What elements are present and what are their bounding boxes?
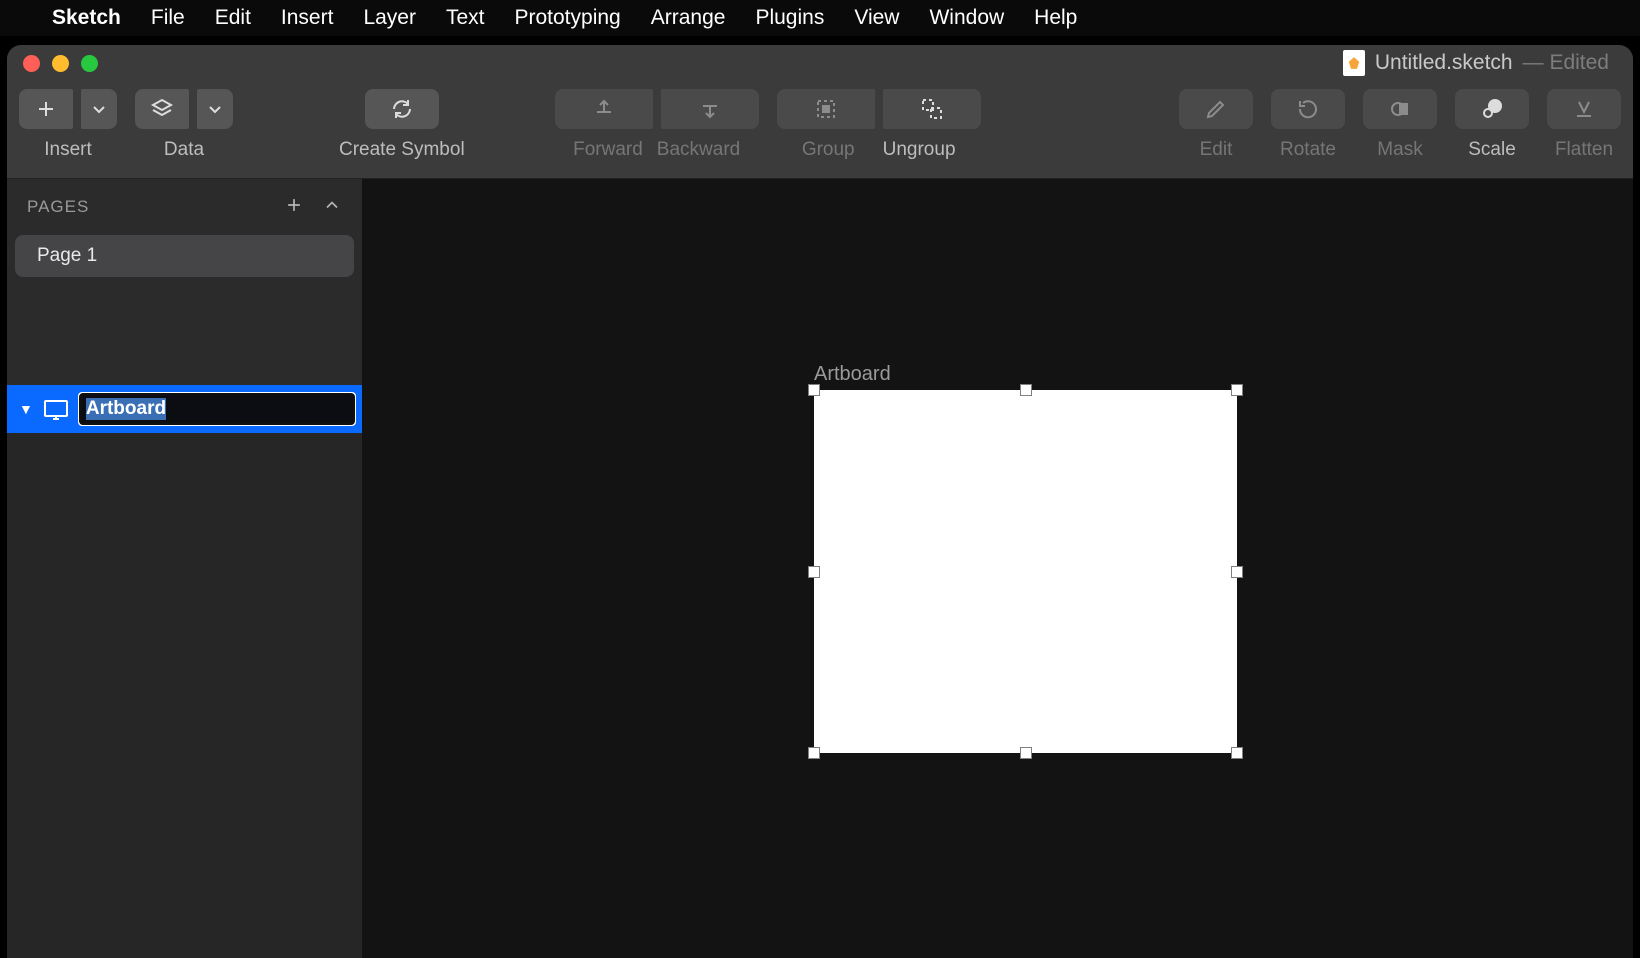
refresh-icon [390, 97, 414, 121]
window-controls [23, 55, 98, 72]
menu-window[interactable]: Window [929, 6, 1004, 30]
pages-title: PAGES [27, 197, 89, 217]
app-menu[interactable]: Sketch [52, 6, 121, 30]
rotate-button[interactable] [1271, 89, 1345, 129]
create-symbol-label: Create Symbol [339, 139, 465, 161]
menu-layer[interactable]: Layer [363, 6, 416, 30]
backward-button[interactable] [661, 89, 759, 129]
pencil-icon [1204, 97, 1228, 121]
group-button[interactable] [777, 89, 875, 129]
canvas[interactable]: Artboard [362, 179, 1633, 958]
insert-label: Insert [44, 139, 92, 161]
selection-handle-e[interactable] [1231, 566, 1243, 578]
selection-handle-se[interactable] [1231, 747, 1243, 759]
backward-label: Backward [657, 139, 740, 161]
document-icon [1343, 50, 1365, 76]
selection-handle-nw[interactable] [808, 384, 820, 396]
selection-handle-ne[interactable] [1231, 384, 1243, 396]
plus-icon [284, 195, 304, 215]
insert-dropdown[interactable] [81, 89, 117, 129]
selection-handle-w[interactable] [808, 566, 820, 578]
artboard[interactable] [814, 390, 1237, 753]
document-window: Untitled.sketch — Edited Insert [7, 45, 1633, 958]
pages-header: PAGES [7, 179, 362, 235]
artboard-icon [43, 398, 69, 420]
ungroup-label: Ungroup [883, 139, 956, 161]
menu-insert[interactable]: Insert [281, 6, 334, 30]
menu-prototyping[interactable]: Prototyping [514, 6, 620, 30]
layer-row-artboard[interactable]: ▼ [7, 385, 362, 433]
menu-plugins[interactable]: Plugins [755, 6, 824, 30]
zoom-window-button[interactable] [81, 55, 98, 72]
ungroup-button[interactable] [883, 89, 981, 129]
scale-button[interactable] [1455, 89, 1529, 129]
forward-button[interactable] [555, 89, 653, 129]
selection-handle-n[interactable] [1020, 384, 1032, 396]
ungroup-icon [920, 97, 944, 121]
collapse-pages-button[interactable] [322, 195, 342, 220]
sidebar: PAGES Page 1 ▼ [7, 179, 362, 958]
selection-handle-sw[interactable] [808, 747, 820, 759]
data-button[interactable] [135, 89, 189, 129]
page-item[interactable]: Page 1 [15, 235, 354, 277]
menu-text[interactable]: Text [446, 6, 485, 30]
layer-name-input[interactable] [79, 393, 355, 425]
menu-view[interactable]: View [854, 6, 899, 30]
layers-icon [150, 97, 174, 121]
send-backward-icon [698, 97, 722, 121]
rotate-label: Rotate [1280, 139, 1336, 161]
close-window-button[interactable] [23, 55, 40, 72]
flatten-button[interactable] [1547, 89, 1621, 129]
forward-label: Forward [573, 139, 643, 161]
flatten-icon [1572, 97, 1596, 121]
rotate-icon [1296, 97, 1320, 121]
add-page-button[interactable] [284, 195, 304, 220]
chevron-up-icon [322, 195, 342, 215]
group-icon [814, 97, 838, 121]
document-title[interactable]: Untitled.sketch — Edited [1343, 50, 1609, 76]
window-titlebar[interactable]: Untitled.sketch — Edited [7, 45, 1633, 81]
macos-menubar: Sketch File Edit Insert Layer Text Proto… [0, 0, 1640, 36]
mask-icon [1388, 97, 1412, 121]
document-name: Untitled.sketch [1375, 51, 1513, 75]
toolbar: Insert Data Create Symbol [7, 81, 1633, 179]
mask-button[interactable] [1363, 89, 1437, 129]
create-symbol-button[interactable] [365, 89, 439, 129]
minimize-window-button[interactable] [52, 55, 69, 72]
menu-edit[interactable]: Edit [215, 6, 251, 30]
bring-forward-icon [592, 97, 616, 121]
selection-handle-s[interactable] [1020, 747, 1032, 759]
plus-icon [34, 97, 58, 121]
data-dropdown[interactable] [197, 89, 233, 129]
scale-label: Scale [1468, 139, 1516, 161]
mask-label: Mask [1377, 139, 1422, 161]
flatten-label: Flatten [1555, 139, 1613, 161]
scale-icon [1480, 97, 1504, 121]
menu-arrange[interactable]: Arrange [651, 6, 726, 30]
menu-file[interactable]: File [151, 6, 185, 30]
document-status: — Edited [1523, 51, 1609, 75]
artboard-title[interactable]: Artboard [814, 363, 891, 386]
edit-button[interactable] [1179, 89, 1253, 129]
insert-button[interactable] [19, 89, 73, 129]
chevron-down-icon [203, 97, 227, 121]
pages-list: Page 1 [7, 235, 362, 277]
disclosure-triangle-icon[interactable]: ▼ [19, 401, 33, 417]
layers-panel[interactable] [7, 433, 362, 958]
edit-label: Edit [1200, 139, 1233, 161]
page-name: Page 1 [37, 245, 97, 267]
data-label: Data [164, 139, 204, 161]
menu-help[interactable]: Help [1034, 6, 1077, 30]
group-label: Group [802, 139, 855, 161]
chevron-down-icon [87, 97, 111, 121]
window-body: PAGES Page 1 ▼ [7, 179, 1633, 958]
